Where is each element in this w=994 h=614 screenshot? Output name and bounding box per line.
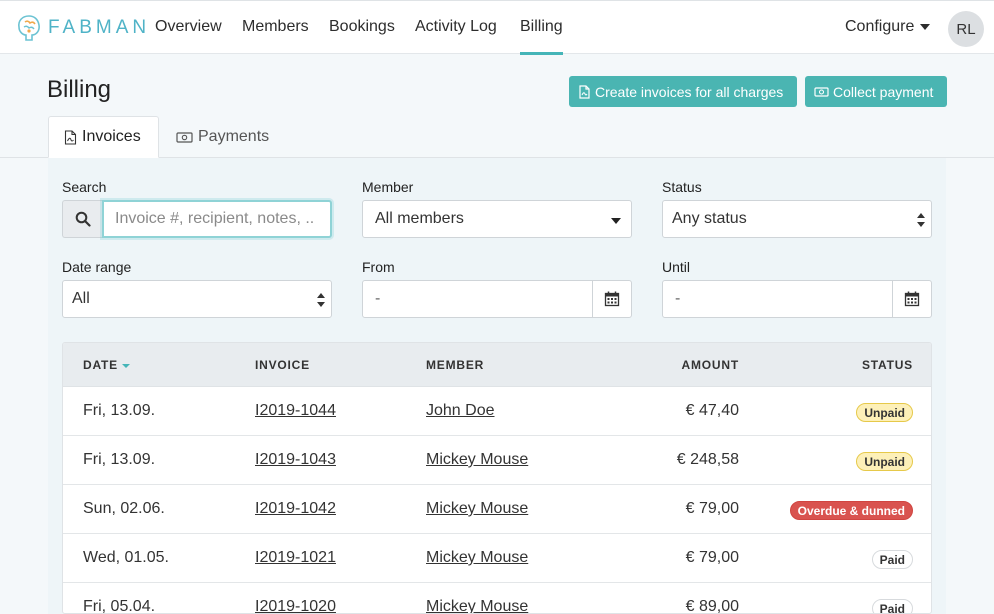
member-label: Member (362, 179, 414, 195)
table-row[interactable]: Fri, 05.04. I2019-1020 Mickey Mouse € 89… (63, 583, 931, 614)
column-header-date[interactable]: DATE (83, 358, 130, 372)
search-label: Search (62, 179, 107, 195)
money-icon (176, 131, 193, 143)
calendar-icon (604, 291, 620, 307)
row-amount: € 47,40 (685, 402, 739, 419)
sort-caret-icon (121, 363, 130, 368)
select-arrows-icon (317, 293, 325, 307)
table-row[interactable]: Wed, 01.05. I2019-1021 Mickey Mouse € 79… (63, 534, 931, 583)
search-input[interactable] (102, 200, 332, 238)
row-amount: € 79,00 (685, 500, 739, 517)
row-date: Fri, 05.04. (83, 598, 156, 614)
tab-payments-label: Payments (198, 128, 270, 145)
table-row[interactable]: Fri, 13.09. I2019-1043 Mickey Mouse € 24… (63, 436, 931, 485)
configure-label: Configure (845, 18, 915, 35)
search-icon (75, 211, 91, 227)
status-badge: Overdue & dunned (789, 501, 913, 520)
from-calendar-button[interactable] (592, 280, 632, 318)
status-label: Status (662, 179, 702, 195)
avatar-initials: RL (956, 20, 976, 38)
nav-bookings[interactable]: Bookings (329, 18, 395, 36)
row-member-link[interactable]: Mickey Mouse (426, 598, 528, 613)
nav-activity-log[interactable]: Activity Log (415, 18, 497, 36)
table-row[interactable]: Sun, 02.06. I2019-1042 Mickey Mouse € 79… (63, 485, 931, 534)
row-member-link[interactable]: Mickey Mouse (426, 451, 528, 469)
status-badge: Unpaid (856, 452, 913, 471)
create-invoices-button[interactable]: Create invoices for all charges (569, 76, 797, 107)
brand-logo[interactable]: FABMAN (16, 13, 150, 43)
row-invoice-link[interactable]: I2019-1042 (255, 500, 336, 518)
row-amount: € 248,58 (676, 451, 739, 468)
until-date-input[interactable]: - (662, 280, 893, 318)
pdf-file-icon (579, 84, 590, 99)
collect-payment-label: Collect payment (833, 83, 934, 100)
search-addon (62, 200, 102, 238)
date-range-label: Date range (62, 259, 132, 275)
row-date: Fri, 13.09. (83, 451, 156, 468)
top-navbar: FABMAN Overview Members Bookings Activit… (0, 0, 994, 55)
date-range-value: All (72, 290, 90, 307)
tab-invoices-label: Invoices (82, 128, 141, 145)
row-invoice-link[interactable]: I2019-1044 (255, 402, 336, 420)
money-icon (814, 86, 829, 97)
status-badge: Paid (871, 599, 913, 613)
nav-members[interactable]: Members (242, 18, 309, 36)
user-avatar[interactable]: RL (948, 11, 984, 47)
caret-down-icon (920, 24, 931, 30)
until-date-value: - (675, 290, 681, 307)
column-header-member[interactable]: MEMBER (426, 358, 484, 372)
row-member-link[interactable]: John Doe (426, 402, 495, 420)
status-select-value: Any status (672, 210, 747, 227)
tab-invoices[interactable]: Invoices (48, 116, 159, 158)
member-select[interactable]: All members (362, 200, 632, 238)
nav-billing[interactable]: Billing (520, 18, 563, 55)
row-invoice-link[interactable]: I2019-1021 (255, 549, 336, 567)
caret-down-icon (611, 218, 621, 224)
table-header: DATE INVOICE MEMBER AMOUNT STATUS (63, 343, 931, 387)
row-date: Sun, 02.06. (83, 500, 165, 517)
row-date: Fri, 13.09. (83, 402, 156, 419)
collect-payment-button[interactable]: Collect payment (805, 76, 947, 107)
select-arrows-icon (917, 213, 925, 227)
date-range-select[interactable]: All (62, 280, 332, 318)
row-invoice-link[interactable]: I2019-1020 (255, 598, 336, 613)
from-date-input[interactable]: - (362, 280, 593, 318)
invoices-table: DATE INVOICE MEMBER AMOUNT STATUS Fri, 1… (62, 342, 932, 614)
brain-logo-icon (18, 15, 40, 41)
nav-overview[interactable]: Overview (155, 18, 222, 36)
row-amount: € 79,00 (685, 549, 739, 566)
from-date-value: - (375, 290, 381, 307)
member-select-value: All members (375, 210, 464, 227)
calendar-icon (904, 291, 920, 307)
until-calendar-button[interactable] (892, 280, 932, 318)
status-badge: Paid (871, 550, 913, 569)
column-header-invoice[interactable]: INVOICE (255, 358, 310, 372)
row-member-link[interactable]: Mickey Mouse (426, 549, 528, 567)
from-label: From (362, 259, 395, 275)
column-header-amount[interactable]: AMOUNT (619, 358, 739, 372)
row-member-link[interactable]: Mickey Mouse (426, 500, 528, 518)
brand-name: FABMAN (48, 17, 151, 38)
row-date: Wed, 01.05. (83, 549, 169, 566)
column-header-date-label: DATE (83, 358, 118, 372)
page-title: Billing (47, 76, 112, 103)
table-row[interactable]: Fri, 13.09. I2019-1044 John Doe € 47,40 … (63, 387, 931, 436)
pdf-file-icon (64, 129, 77, 145)
row-amount: € 89,00 (685, 598, 739, 614)
until-label: Until (662, 259, 691, 275)
column-header-status[interactable]: STATUS (862, 358, 913, 372)
create-invoices-label: Create invoices for all charges (595, 83, 784, 100)
row-invoice-link[interactable]: I2019-1043 (255, 451, 336, 469)
tab-payments[interactable]: Payments (161, 116, 284, 158)
status-badge: Unpaid (856, 403, 913, 422)
status-select[interactable]: Any status (662, 200, 932, 238)
configure-menu[interactable]: Configure (845, 18, 931, 36)
